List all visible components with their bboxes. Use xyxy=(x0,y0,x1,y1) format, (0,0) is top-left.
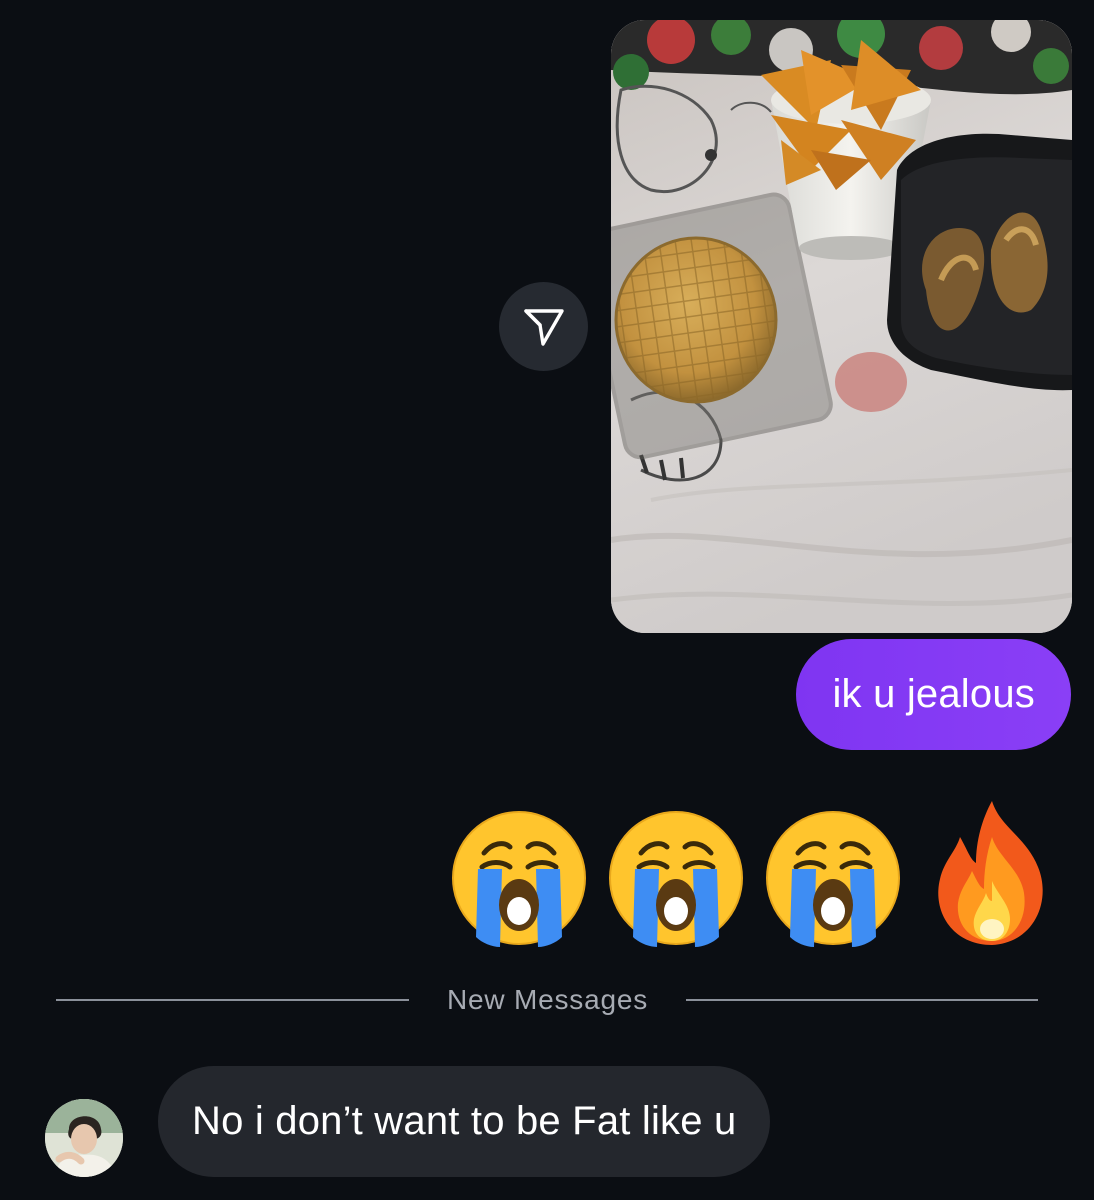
loudly-crying-face-emoji-2 xyxy=(609,811,743,947)
divider-line-left xyxy=(56,999,409,1001)
paper-plane-icon xyxy=(523,308,564,346)
outgoing-message-bubble[interactable]: ik u jealous xyxy=(796,639,1071,750)
avatar[interactable] xyxy=(45,1099,123,1177)
fire-emoji xyxy=(938,801,1043,945)
loudly-crying-face-emoji-1 xyxy=(452,811,586,947)
divider-line-right xyxy=(686,999,1038,1001)
outgoing-message-text: ik u jealous xyxy=(832,672,1035,716)
share-button[interactable] xyxy=(499,282,588,371)
incoming-message-bubble[interactable]: No i don’t want to be Fat like u xyxy=(158,1066,771,1177)
new-messages-label: New Messages xyxy=(446,984,648,1015)
new-messages-divider: New Messages xyxy=(56,978,1038,1022)
loudly-crying-face-emoji-3 xyxy=(766,811,900,947)
food-photo xyxy=(611,20,1072,633)
incoming-message-text: No i don’t want to be Fat like u xyxy=(192,1099,737,1143)
emoji-reaction-message[interactable] xyxy=(448,797,1068,957)
shared-photo-message[interactable] xyxy=(611,20,1072,633)
avatar-photo xyxy=(45,1099,123,1177)
